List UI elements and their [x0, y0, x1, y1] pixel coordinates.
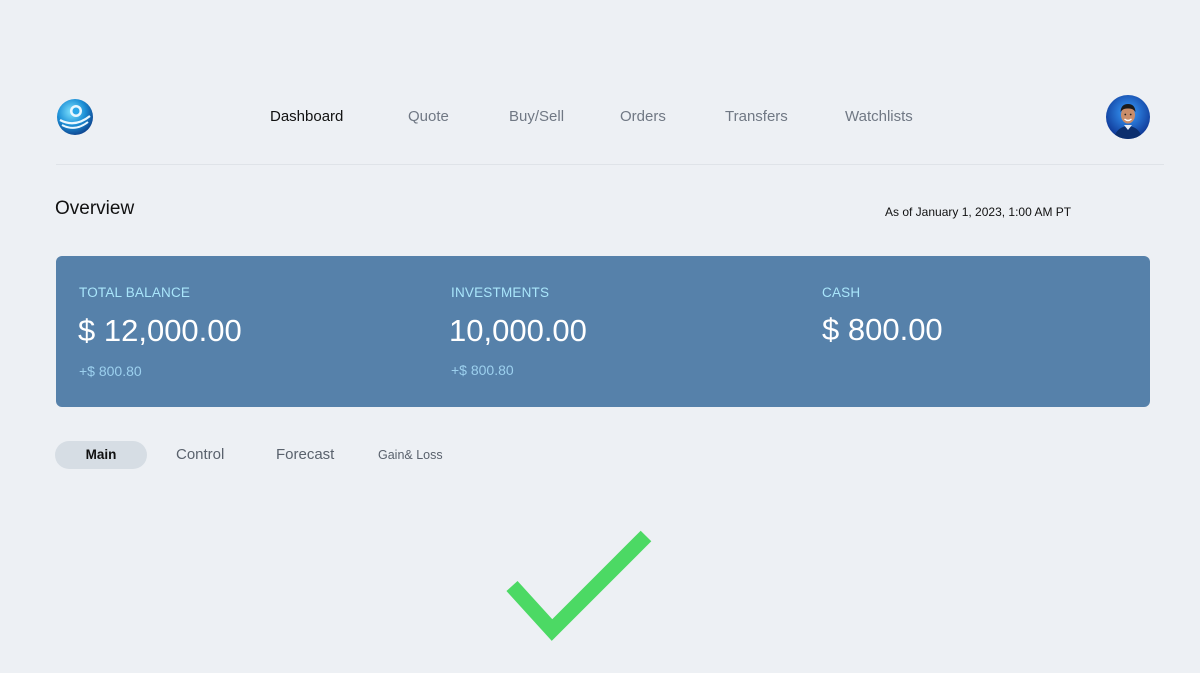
tab-gain-loss[interactable]: Gain& Loss	[378, 441, 443, 469]
investments-label: INVESTMENTS	[451, 285, 550, 300]
as-of-timestamp: As of January 1, 2023, 1:00 AM PT	[885, 205, 1072, 219]
total-balance-value: $ 12,000.00	[78, 313, 242, 348]
header-divider	[56, 164, 1164, 165]
main-nav: Dashboard Quote Buy/Sell Orders Transfer…	[0, 106, 1200, 128]
nav-orders[interactable]: Orders	[620, 106, 666, 128]
cash-value: $ 800.00	[822, 312, 943, 347]
nav-watchlists[interactable]: Watchlists	[845, 106, 913, 128]
tab-forecast[interactable]: Forecast	[276, 441, 334, 469]
total-balance-label: TOTAL BALANCE	[79, 285, 191, 300]
tab-main[interactable]: Main	[55, 441, 147, 469]
nav-buy-sell[interactable]: Buy/Sell	[509, 106, 564, 128]
nav-dashboard[interactable]: Dashboard	[270, 106, 343, 128]
nav-transfers[interactable]: Transfers	[725, 106, 788, 128]
nav-quote[interactable]: Quote	[408, 106, 449, 128]
investments-change: +$ 800.80	[451, 362, 514, 378]
total-balance-change: +$ 800.80	[79, 363, 142, 379]
green-checkmark-icon	[500, 526, 660, 646]
page-title: Overview	[55, 198, 135, 219]
cash-label: CASH	[822, 285, 861, 300]
user-avatar-icon[interactable]	[1106, 95, 1150, 139]
investments-value: 10,000.00	[449, 313, 587, 348]
balance-summary-card: TOTAL BALANCE $ 12,000.00 +$ 800.80 INVE…	[56, 256, 1150, 407]
tab-control[interactable]: Control	[176, 441, 224, 469]
